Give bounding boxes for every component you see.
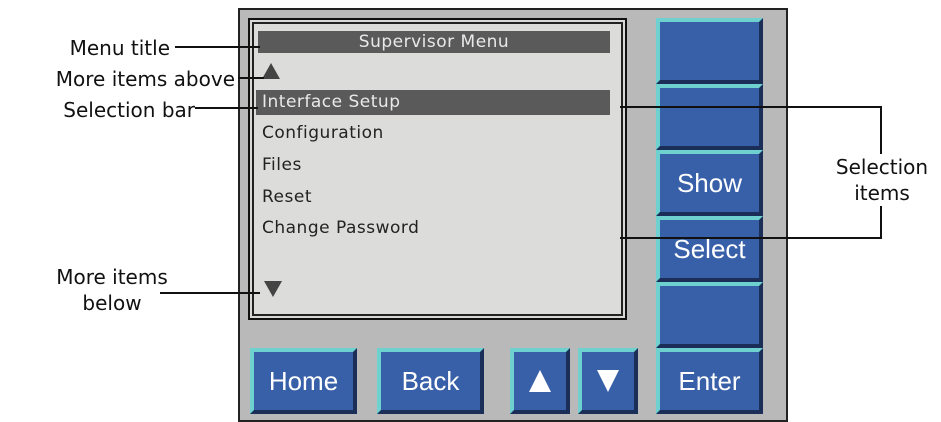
callout-selection-items-line1: Selection (835, 155, 929, 179)
down-arrow-button[interactable] (578, 348, 638, 414)
triangle-down-icon (597, 370, 619, 392)
triangle-up-icon (529, 370, 551, 392)
side-button-1[interactable] (656, 18, 763, 84)
callout-selection-items-line2: items (854, 181, 910, 205)
selection-bar[interactable]: Interface Setup (256, 90, 610, 115)
back-button[interactable]: Back (377, 348, 484, 414)
callout-more-below: More items below (42, 264, 182, 316)
lcd-screen (252, 22, 623, 316)
callout-selection-bar: Selection bar (63, 98, 195, 122)
show-button[interactable]: Show (656, 150, 763, 216)
menu-item-change-password[interactable]: Change Password (262, 218, 419, 238)
more-above-icon (262, 63, 280, 79)
home-button[interactable]: Home (250, 348, 357, 414)
leader-selection-bar (195, 107, 258, 109)
callout-more-below-line1: More items (56, 265, 168, 289)
more-below-icon (264, 281, 282, 297)
side-button-2[interactable] (656, 84, 763, 150)
menu-item-configuration[interactable]: Configuration (262, 123, 384, 143)
select-button[interactable]: Select (656, 216, 763, 282)
up-arrow-button[interactable] (510, 348, 570, 414)
callout-more-above: More items above (55, 67, 235, 91)
leader-menu-title (175, 46, 260, 48)
leader-more-above (238, 77, 264, 79)
menu-title: Supervisor Menu (258, 31, 610, 53)
enter-button[interactable]: Enter (656, 348, 763, 414)
leader-selection-items-top (620, 106, 882, 108)
side-button-5[interactable] (656, 282, 763, 348)
leader-more-below (160, 292, 260, 294)
menu-item-files[interactable]: Files (262, 155, 302, 175)
callout-menu-title: Menu title (69, 36, 170, 60)
leader-selection-items-bottom (620, 237, 882, 239)
menu-item-reset[interactable]: Reset (262, 187, 312, 207)
callout-selection-items: Selection items (812, 154, 941, 206)
